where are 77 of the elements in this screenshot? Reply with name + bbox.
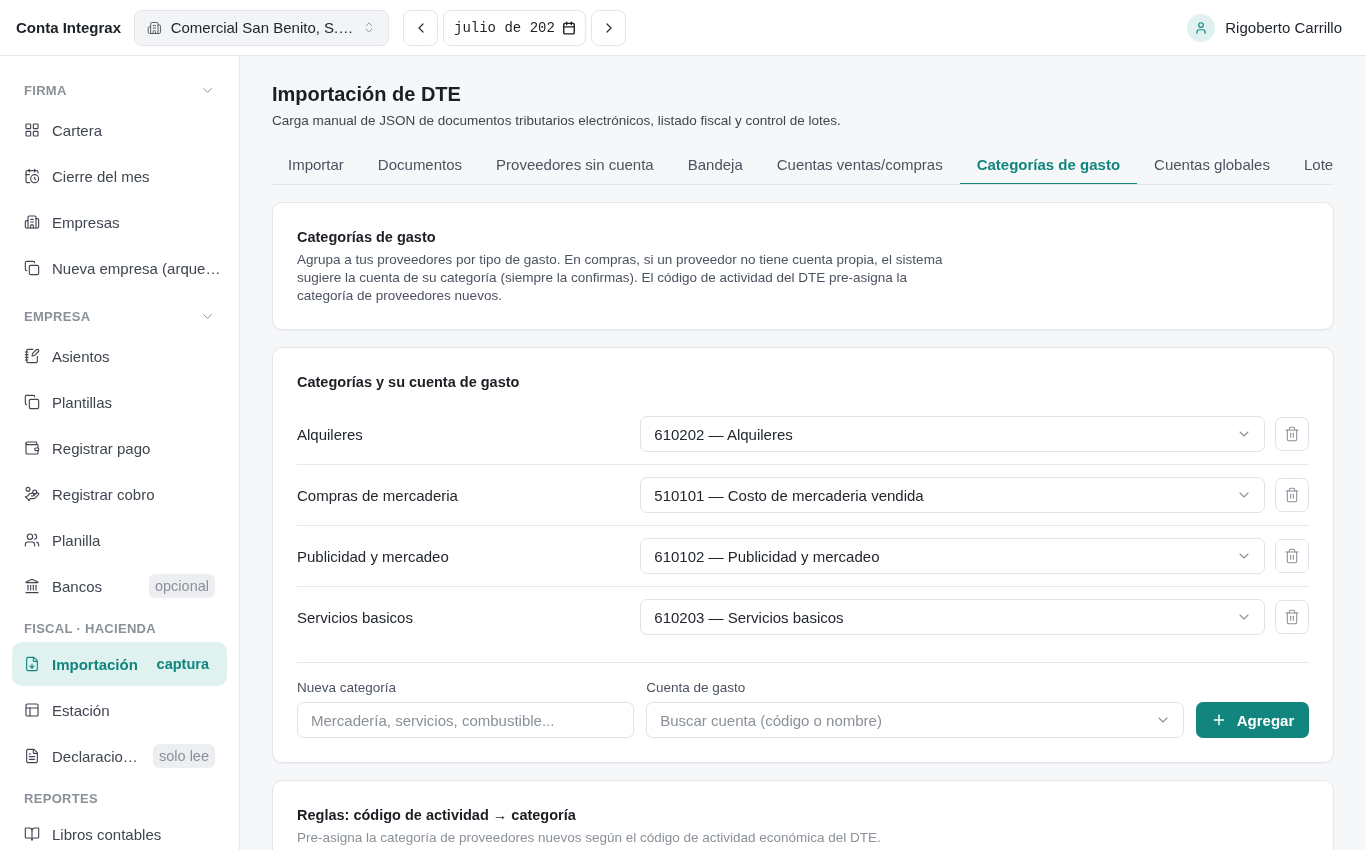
sidebar-item[interactable]: Registrar cobro: [12, 472, 227, 516]
sidebar-item[interactable]: Cartera: [12, 108, 227, 152]
users-icon: [24, 532, 40, 548]
add-button[interactable]: Agregar: [1196, 702, 1309, 738]
item-tag: opcional: [149, 574, 215, 598]
company-select[interactable]: Comercial San Benito, S.…: [134, 9, 389, 46]
account-select[interactable]: 610102 — Publicidad y mercadeo: [640, 538, 1265, 574]
file-download-icon: [24, 656, 40, 672]
category-name: Servicios basicos: [297, 608, 414, 626]
next-button[interactable]: [591, 9, 626, 46]
app-name: Conta Integrax: [16, 19, 121, 36]
tab[interactable]: Importar: [272, 146, 361, 184]
delete-button[interactable]: [1275, 600, 1309, 634]
tab[interactable]: Proveedores sin cuenta: [479, 146, 671, 184]
account-select[interactable]: 610203 — Servicios basicos: [640, 599, 1265, 635]
page-title: Importación de DTE: [272, 82, 462, 107]
sidebar-item[interactable]: Asientos: [12, 334, 227, 378]
month-field[interactable]: julio de 202: [443, 9, 586, 46]
building-icon: [24, 214, 40, 230]
item-tag: captura: [150, 652, 215, 676]
sidebar-item[interactable]: Planilla: [12, 518, 227, 562]
layout-icon: [24, 702, 40, 718]
sidebar-item[interactable]: Estación: [12, 688, 227, 732]
copy-icon: [24, 260, 40, 276]
category-name: Alquileres: [297, 425, 364, 443]
trash-icon: [1284, 609, 1300, 625]
card-title: Reglas: código de actividad → categoría: [297, 806, 577, 825]
tab[interactable]: Categorías de gasto: [959, 146, 1138, 184]
trash-icon: [1284, 487, 1300, 503]
account-select[interactable]: 510101 — Costo de mercaderia vendida: [640, 477, 1265, 513]
category-name: Publicidad y mercadeo: [297, 547, 450, 565]
sidebar-item[interactable]: Empresas: [12, 200, 227, 244]
tab[interactable]: Bandeja: [670, 146, 760, 184]
page-subtitle: Carga manual de JSON de documentos tributarios electrónicos, listado fiscal y control de lotes.: [272, 112, 842, 130]
sidebar-item[interactable]: Cierre del mes: [12, 154, 227, 198]
bank-icon: [24, 578, 40, 594]
grid-icon: [24, 122, 40, 138]
hand-coins-icon: [24, 486, 40, 502]
sidebar-item[interactable]: Bancos opcional: [12, 564, 227, 608]
building-icon: [147, 19, 162, 36]
tab[interactable]: Lote: [1286, 146, 1334, 184]
calendar-icon: [562, 20, 576, 35]
copy-icon: [24, 394, 40, 410]
trash-icon: [1284, 426, 1300, 442]
card-title: Categorías de gasto: [297, 228, 437, 247]
section-title: FISCAL · HACIENDA: [23, 620, 157, 638]
calendar-clock-icon: [24, 168, 40, 184]
sidebar-item[interactable]: Libros contables: [12, 812, 227, 850]
card-title: Categorías y su cuenta de gasto: [297, 373, 521, 392]
sidebar-item[interactable]: Registrar pago: [12, 426, 227, 470]
wallet-icon: [24, 440, 40, 456]
tab[interactable]: Documentos: [360, 146, 480, 184]
previous-button[interactable]: [403, 9, 438, 46]
card-description: Agrupa a tus proveedores por tipo de gasto. En compras, si un proveedor no tiene cuenta propia, el sistema sugiere la cuenta de su categoría (siempre la confirmas). El código de actividad del DTE pre-asigna la categoría de proveedores nuevos.: [297, 251, 944, 305]
user-avatar-icon: [1187, 13, 1216, 42]
delete-button[interactable]: [1275, 539, 1309, 573]
category-name: Compras de mercaderia: [297, 486, 459, 504]
section-title: REPORTES: [23, 790, 99, 808]
trash-icon: [1284, 548, 1300, 564]
sidebar-item[interactable]: Nueva empresa (arque…: [12, 246, 227, 290]
notebook-pen-icon: [24, 348, 40, 364]
sidebar-item[interactable]: Declaracio… solo lee: [12, 734, 227, 778]
card-description: Pre-asigna la categoría de proveedores nuevos según el código de actividad económica del DTE.: [297, 829, 882, 847]
tab[interactable]: Cuentas globales: [1137, 146, 1287, 184]
sidebar-item[interactable]: Importación captura: [12, 642, 227, 686]
document-icon: [24, 748, 40, 764]
delete-button[interactable]: [1275, 478, 1309, 512]
book-icon: [24, 826, 40, 842]
tab[interactable]: Cuentas ventas/compras: [759, 146, 960, 184]
sidebar-item[interactable]: Plantillas: [12, 380, 227, 424]
account-select[interactable]: 610202 — Alquileres: [640, 416, 1265, 452]
user-name: Rigoberto Carrillo: [1225, 19, 1342, 36]
field-label: Cuenta de gasto: [646, 679, 747, 697]
field-label: Nueva categoría: [297, 679, 398, 697]
item-tag: solo lee: [153, 744, 215, 768]
input-field[interactable]: Mercadería, servicios, combustible...: [297, 702, 635, 738]
delete-button[interactable]: [1275, 417, 1309, 451]
